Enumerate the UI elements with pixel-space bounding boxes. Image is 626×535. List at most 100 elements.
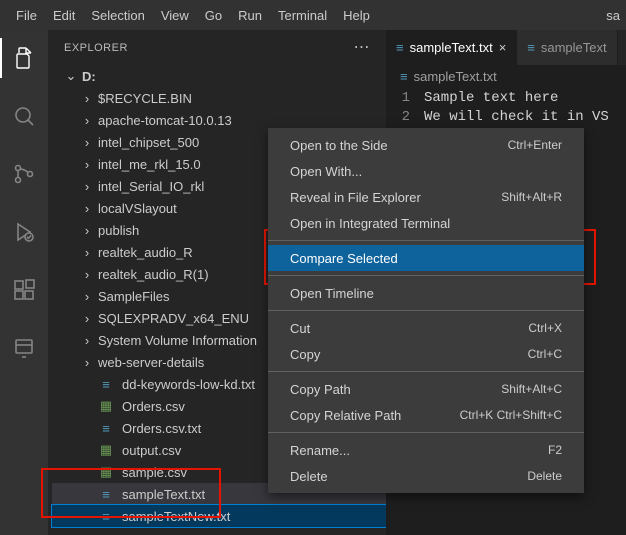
run-debug-icon[interactable]	[0, 212, 48, 252]
tab-label: sampleText.txt	[410, 40, 493, 55]
tree-item-label: $RECYCLE.BIN	[98, 91, 192, 106]
context-menu-separator	[268, 310, 584, 311]
remote-icon[interactable]	[0, 328, 48, 368]
context-menu-item[interactable]: Open With...	[268, 158, 584, 184]
context-menu-label: Reveal in File Explorer	[290, 190, 421, 205]
context-menu-item[interactable]: Compare Selected	[268, 245, 584, 271]
tree-root[interactable]: ⌄ D:	[52, 65, 386, 87]
menubar-item-help[interactable]: Help	[335, 4, 378, 27]
context-menu-separator	[268, 432, 584, 433]
context-menu-label: Compare Selected	[290, 251, 398, 266]
context-menu-label: Open Timeline	[290, 286, 374, 301]
tree-item-label: intel_chipset_500	[98, 135, 199, 150]
search-icon[interactable]	[0, 96, 48, 136]
menubar-item-terminal[interactable]: Terminal	[270, 4, 335, 27]
menubar-item-run[interactable]: Run	[230, 4, 270, 27]
file-icon: ≡	[98, 487, 114, 502]
file-icon: ▦	[98, 442, 114, 458]
tree-item-label: sampleTextNew.txt	[122, 509, 230, 524]
context-menu-item[interactable]: Copy Path Shift+Alt+C	[268, 376, 584, 402]
context-menu-shortcut: Shift+Alt+R	[501, 190, 562, 204]
tree-item-label: dd-keywords-low-kd.txt	[122, 377, 255, 392]
chevron-right-icon: ›	[80, 267, 94, 282]
file-icon: ≡	[98, 509, 114, 524]
chevron-right-icon: ›	[80, 179, 94, 194]
tree-item-label: Orders.csv	[122, 399, 185, 414]
context-menu-item[interactable]: CopyCtrl+C	[268, 341, 584, 367]
tree-item-label: intel_me_rkl_15.0	[98, 157, 201, 172]
tree-item[interactable]: ≡ sampleTextNew.txt	[52, 505, 386, 527]
context-menu: Open to the Side Ctrl+Enter Open With... Re…	[268, 128, 584, 493]
menubar-item-edit[interactable]: Edit	[45, 4, 83, 27]
file-icon: ≡	[400, 69, 408, 84]
chevron-right-icon: ›	[80, 289, 94, 304]
menubar: FileEditSelectionViewGoRunTerminalHelp s…	[0, 0, 626, 30]
chevron-right-icon: ›	[80, 245, 94, 260]
context-menu-label: Cut	[290, 321, 310, 336]
context-menu-item[interactable]: Open in Integrated Terminal	[268, 210, 584, 236]
sidebar-more-icon[interactable]: ⋯	[354, 40, 371, 56]
file-icon: ≡	[98, 421, 114, 436]
window-title-fragment: sa	[606, 8, 626, 23]
context-menu-item[interactable]: Reveal in File Explorer Shift+Alt+R	[268, 184, 584, 210]
tree-item-label: SQLEXPRADV_x64_ENU	[98, 311, 249, 326]
context-menu-label: Delete	[290, 469, 328, 484]
extensions-icon[interactable]	[0, 270, 48, 310]
context-menu-shortcut: Ctrl+C	[528, 347, 562, 361]
breadcrumb-label: sampleText.txt	[414, 69, 497, 84]
tree-item[interactable]: › $RECYCLE.BIN	[52, 87, 386, 109]
context-menu-shortcut: Ctrl+X	[528, 321, 562, 335]
menubar-item-view[interactable]: View	[153, 4, 197, 27]
editor-tab[interactable]: ≡sampleText	[517, 30, 617, 65]
tree-root-label: D:	[82, 69, 96, 84]
menubar-item-file[interactable]: File	[8, 4, 45, 27]
context-menu-label: Rename...	[290, 443, 350, 458]
tree-item-label: realtek_audio_R	[98, 245, 193, 260]
context-menu-label: Open With...	[290, 164, 362, 179]
context-menu-shortcut: F2	[548, 443, 562, 457]
editor-tab[interactable]: ≡ sampleText.txt ×	[386, 30, 517, 65]
chevron-right-icon: ›	[80, 311, 94, 326]
context-menu-shortcut: Ctrl+Enter	[508, 138, 562, 152]
chevron-down-icon: ⌄	[64, 68, 78, 84]
context-menu-shortcut: Shift+Alt+C	[501, 382, 562, 396]
tree-item-label: apache-tomcat-10.0.13	[98, 113, 232, 128]
chevron-right-icon: ›	[80, 333, 94, 348]
context-menu-item[interactable]: Cut Ctrl+X	[268, 315, 584, 341]
file-icon: ≡	[98, 377, 114, 392]
context-menu-separator	[268, 240, 584, 241]
tree-item-label: sample.csv	[122, 465, 187, 480]
context-menu-item[interactable]: Rename... F2	[268, 437, 584, 463]
chevron-right-icon: ›	[80, 355, 94, 370]
menubar-item-go[interactable]: Go	[197, 4, 230, 27]
tree-item-label: publish	[98, 223, 139, 238]
tree-item-label: System Volume Information	[98, 333, 257, 348]
context-menu-label: Open to the Side	[290, 138, 388, 153]
file-icon: ≡	[396, 40, 404, 55]
chevron-right-icon: ›	[80, 223, 94, 238]
source-control-icon[interactable]	[0, 154, 48, 194]
context-menu-item[interactable]: Open to the Side Ctrl+Enter	[268, 132, 584, 158]
file-icon: ≡	[527, 40, 535, 55]
context-menu-label: Open in Integrated Terminal	[290, 216, 450, 231]
menubar-item-selection[interactable]: Selection	[83, 4, 152, 27]
tree-item-label: SampleFiles	[98, 289, 170, 304]
chevron-right-icon: ›	[80, 91, 94, 106]
editor-tabs: ≡ sampleText.txt × ≡sampleText	[386, 30, 626, 65]
close-icon[interactable]: ×	[499, 40, 507, 55]
context-menu-shortcut: Delete	[527, 469, 562, 483]
file-icon: ▦	[98, 464, 114, 480]
tree-item-label: realtek_audio_R(1)	[98, 267, 209, 282]
file-icon: ▦	[98, 398, 114, 414]
context-menu-label: Copy Path	[290, 382, 351, 397]
chevron-right-icon: ›	[80, 201, 94, 216]
chevron-right-icon: ›	[80, 113, 94, 128]
tree-item-label: sampleText.txt	[122, 487, 205, 502]
tree-item-label: intel_Serial_IO_rkl	[98, 179, 204, 194]
context-menu-shortcut: Ctrl+K Ctrl+Shift+C	[460, 408, 562, 422]
context-menu-item[interactable]: Open Timeline	[268, 280, 584, 306]
breadcrumb[interactable]: ≡ sampleText.txt	[386, 65, 626, 87]
context-menu-item[interactable]: Delete Delete	[268, 463, 584, 489]
explorer-icon[interactable]	[0, 38, 48, 78]
context-menu-item[interactable]: Copy Relative PathCtrl+K Ctrl+Shift+C	[268, 402, 584, 428]
